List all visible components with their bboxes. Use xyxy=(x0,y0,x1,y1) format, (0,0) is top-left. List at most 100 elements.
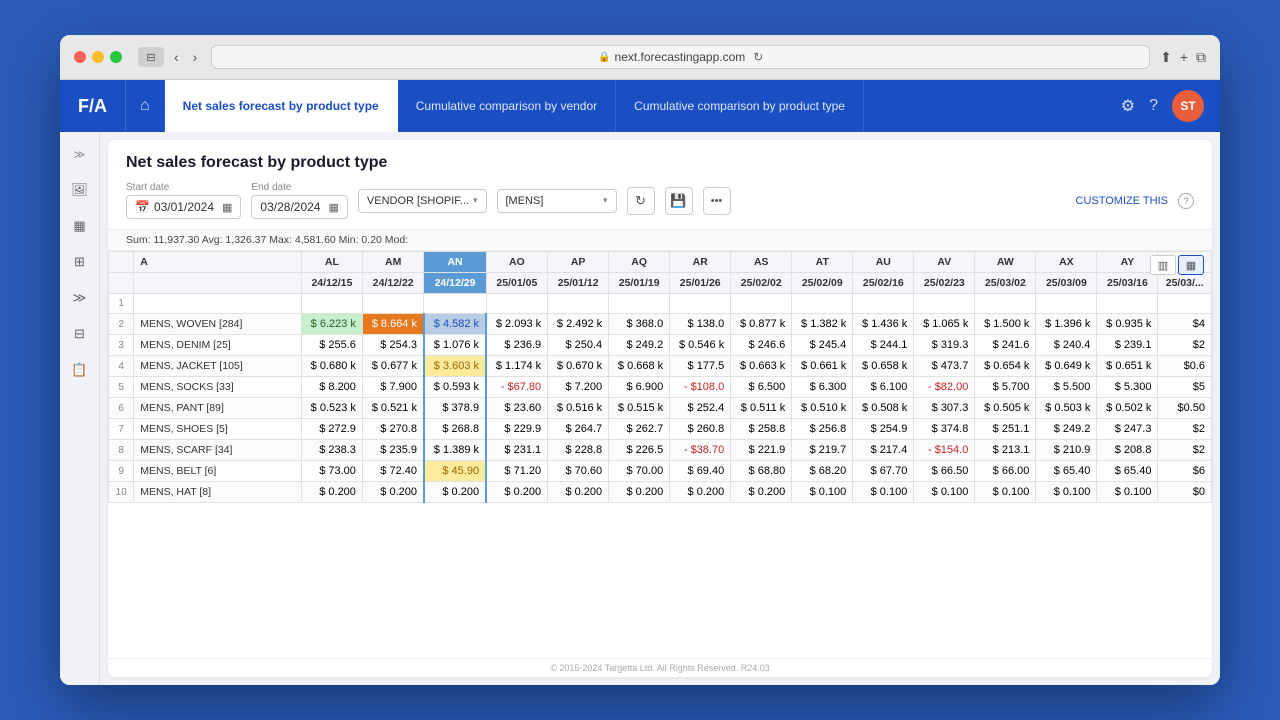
cell-value: $ 374.8 xyxy=(914,419,975,440)
refresh-button[interactable]: ↻ xyxy=(627,187,655,215)
cell-value: $ 7.200 xyxy=(548,377,609,398)
cell-value: $ 1.065 k xyxy=(914,314,975,335)
vendor-filter-select[interactable]: VENDOR [SHOPIF... ▾ xyxy=(358,189,487,213)
settings-button[interactable]: ⚙ xyxy=(1121,96,1135,116)
table-row: 4MENS, JACKET [105]$ 0.680 k$ 0.677 k$ 3… xyxy=(109,356,1212,377)
cell-value: $ 272.9 xyxy=(301,419,362,440)
th-date-az: 25/03/... xyxy=(1158,273,1212,294)
row-1-az xyxy=(1158,294,1212,314)
cell-value: $ 307.3 xyxy=(914,398,975,419)
new-tab-button[interactable]: + xyxy=(1180,49,1188,65)
row-1-aq xyxy=(609,294,670,314)
save-button[interactable]: 💾 xyxy=(665,187,693,215)
app-header-right: ⚙ ? ST xyxy=(1105,80,1220,132)
th-col-ay: AY xyxy=(1097,252,1158,273)
start-date-calendar-icon[interactable]: ▦ xyxy=(222,201,232,214)
table-row: 8MENS, SCARF [34]$ 238.3$ 235.9$ 1.389 k… xyxy=(109,440,1212,461)
end-date-label: End date xyxy=(251,182,347,193)
app-header: F/A ⌂ Net sales forecast by product type… xyxy=(60,80,1220,132)
refresh-icon[interactable]: ↻ xyxy=(753,50,763,64)
cell-value: - $82.00 xyxy=(914,377,975,398)
app-logo[interactable]: F/A xyxy=(60,80,126,132)
sidebar-icon-expand2[interactable]: ⊞ xyxy=(66,248,94,276)
browser-actions: ⬆ + ⧉ xyxy=(1160,49,1206,66)
forward-button[interactable]: › xyxy=(189,47,202,67)
user-avatar[interactable]: ST xyxy=(1172,90,1204,122)
cell-value: $ 0.200 xyxy=(548,482,609,503)
th-col-al: AL xyxy=(301,252,362,273)
app-nav: Net sales forecast by product type Cumul… xyxy=(165,80,1105,132)
start-date-label: Start date xyxy=(126,182,241,193)
row-1-name xyxy=(134,294,302,314)
row-1-am xyxy=(362,294,424,314)
help-button[interactable]: ? xyxy=(1149,97,1158,115)
home-nav-button[interactable]: ⌂ xyxy=(126,80,165,132)
sidebar-icon-image[interactable]: 🖼 xyxy=(66,176,94,204)
cell-value: $ 1.174 k xyxy=(486,356,548,377)
cell-value: $ 2.492 k xyxy=(548,314,609,335)
cell-value: $ 0.935 k xyxy=(1097,314,1158,335)
filter-row: Start date 📅 03/01/2024 ▦ End date 03/28… xyxy=(126,182,1194,219)
product-filter-select[interactable]: [MENS] ▾ xyxy=(497,189,617,213)
cell-product-name: MENS, SOCKS [33] xyxy=(134,377,302,398)
table-row: 6MENS, PANT [89]$ 0.523 k$ 0.521 k$ 378.… xyxy=(109,398,1212,419)
cell-value: $ 213.1 xyxy=(975,440,1036,461)
cell-value: $ 249.2 xyxy=(1036,419,1097,440)
row-1-num: 1 xyxy=(109,294,134,314)
table-row-1: 1 xyxy=(109,294,1212,314)
sidebar-icon-expand3[interactable]: ≫ xyxy=(66,284,94,312)
view-toggle: ▥ ▦ xyxy=(1150,255,1204,275)
address-bar[interactable]: 🔒 next.forecastingapp.com ↻ xyxy=(211,45,1150,69)
start-date-icon: 📅 xyxy=(135,200,150,214)
cell-value: $ 268.8 xyxy=(424,419,486,440)
cell-value: $ 246.6 xyxy=(731,335,792,356)
cell-value: $ 368.0 xyxy=(609,314,670,335)
sidebar-toggle-btn[interactable]: ⊟ xyxy=(138,47,164,67)
end-date-input[interactable]: 03/28/2024 ▦ xyxy=(251,195,347,219)
tab-cumulative-vendor[interactable]: Cumulative comparison by vendor xyxy=(398,80,616,132)
cell-value: $ 0.515 k xyxy=(609,398,670,419)
cell-value: $ 66.50 xyxy=(914,461,975,482)
sidebar-icon-grid[interactable]: ⊟ xyxy=(66,320,94,348)
tab-net-sales-forecast[interactable]: Net sales forecast by product type xyxy=(165,80,398,132)
cell-value: $0.6 xyxy=(1158,356,1212,377)
cell-value: $ 0.516 k xyxy=(548,398,609,419)
cell-value: $ 0.511 k xyxy=(731,398,792,419)
end-date-calendar-icon[interactable]: ▦ xyxy=(328,201,338,214)
close-traffic-light[interactable] xyxy=(74,51,86,63)
cell-value: $ 240.4 xyxy=(1036,335,1097,356)
row-1-au xyxy=(853,294,914,314)
maximize-traffic-light[interactable] xyxy=(110,51,122,63)
th-date-as: 25/02/02 xyxy=(731,273,792,294)
cell-value: - $154.0 xyxy=(914,440,975,461)
cell-value: $ 5.300 xyxy=(1097,377,1158,398)
cell-value: $ 241.6 xyxy=(975,335,1036,356)
sidebar-icon-table[interactable]: ▦ xyxy=(66,212,94,240)
th-rownum xyxy=(109,252,134,273)
cell-value: $ 264.7 xyxy=(548,419,609,440)
sidebar-expand-btn[interactable]: ≫ xyxy=(66,140,94,168)
sidebar-icon-copy[interactable]: 📋 xyxy=(66,356,94,384)
share-button[interactable]: ⬆ xyxy=(1160,49,1172,66)
cell-value: $ 270.8 xyxy=(362,419,424,440)
customize-button[interactable]: CUSTOMIZE THIS xyxy=(1076,195,1169,207)
back-button[interactable]: ‹ xyxy=(170,47,183,67)
tab-cumulative-product[interactable]: Cumulative comparison by product type xyxy=(616,80,864,132)
duplicate-button[interactable]: ⧉ xyxy=(1196,49,1206,66)
cell-value: $ 0.200 xyxy=(670,482,731,503)
cell-value: $ 236.9 xyxy=(486,335,548,356)
start-date-input[interactable]: 📅 03/01/2024 ▦ xyxy=(126,195,241,219)
cell-value: $ 226.5 xyxy=(609,440,670,461)
table-view-button[interactable]: ▦ xyxy=(1178,255,1204,275)
row-1-at xyxy=(792,294,853,314)
cell-value: $2 xyxy=(1158,440,1212,461)
cell-value: $ 69.40 xyxy=(670,461,731,482)
split-view-button[interactable]: ▥ xyxy=(1150,255,1176,275)
more-options-button[interactable]: ••• xyxy=(703,187,731,215)
table-body: 1 xyxy=(109,294,1212,503)
home-icon: ⌂ xyxy=(140,97,150,115)
cell-value: $ 221.9 xyxy=(731,440,792,461)
cell-value: $ 0.654 k xyxy=(975,356,1036,377)
minimize-traffic-light[interactable] xyxy=(92,51,104,63)
info-icon[interactable]: ? xyxy=(1178,193,1194,209)
